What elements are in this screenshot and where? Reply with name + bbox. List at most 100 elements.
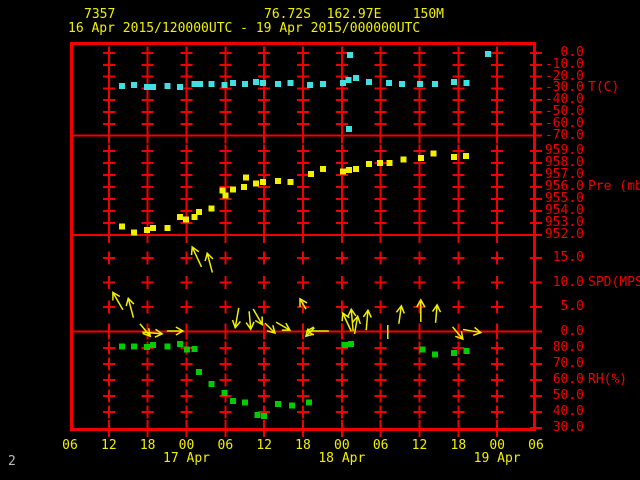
temperature-data-point bbox=[287, 79, 294, 86]
grid-plus-mark bbox=[258, 276, 271, 289]
pressure-data-point bbox=[450, 154, 457, 160]
relative-humidity-data-point bbox=[230, 397, 237, 404]
relative-humidity-data-point bbox=[463, 348, 470, 355]
pressure-data-point bbox=[287, 179, 294, 186]
grid-plus-mark bbox=[374, 168, 387, 182]
grid-plus-mark bbox=[374, 341, 387, 355]
x-axis-date-label: 19 Apr bbox=[473, 451, 521, 466]
relative-humidity-data-point bbox=[208, 381, 215, 387]
relative-humidity-data-point bbox=[261, 413, 268, 419]
grid-plus-mark bbox=[491, 373, 504, 387]
y-axis-tick-label: 50.0 bbox=[552, 388, 584, 403]
pressure-data-point bbox=[252, 180, 259, 187]
grid-plus-mark bbox=[102, 389, 115, 403]
temperature-data-point bbox=[485, 50, 492, 57]
grid-plus-mark bbox=[335, 373, 348, 387]
relative-humidity-data-point bbox=[191, 345, 198, 352]
relative-humidity-data-point bbox=[118, 343, 125, 350]
grid-plus-mark bbox=[413, 251, 426, 265]
grid-plus-mark bbox=[374, 251, 387, 265]
grid-plus-mark bbox=[102, 105, 115, 119]
grid-plus-mark bbox=[335, 192, 348, 206]
pressure-data-point bbox=[320, 166, 327, 172]
grid-plus-mark bbox=[219, 58, 232, 72]
grid-plus-mark bbox=[413, 105, 426, 119]
grid-plus-mark bbox=[413, 180, 426, 194]
grid-plus-mark bbox=[335, 405, 348, 419]
grid-plus-mark bbox=[491, 46, 504, 60]
grid-plus-mark bbox=[102, 204, 115, 218]
wind-arrow bbox=[166, 326, 185, 336]
grid-plus-mark bbox=[258, 105, 271, 119]
grid-plus-mark bbox=[491, 168, 504, 182]
pressure-data-point bbox=[208, 205, 215, 212]
temperature-data-point bbox=[417, 81, 424, 88]
grid-plus-mark bbox=[102, 46, 115, 60]
pressure-data-point bbox=[177, 214, 184, 220]
y-axis-tick-label: 30.0 bbox=[552, 420, 584, 435]
y-axis-unit-label: RH(%) bbox=[588, 372, 628, 387]
relative-humidity-data-point bbox=[221, 389, 228, 396]
grid-plus-mark bbox=[141, 58, 154, 72]
grid-plus-mark bbox=[297, 341, 309, 355]
grid-plus-mark bbox=[491, 251, 504, 265]
grid-plus-mark bbox=[141, 46, 154, 60]
pressure-data-point bbox=[243, 174, 250, 181]
grid-plus-mark bbox=[180, 168, 193, 182]
grid-plus-mark bbox=[297, 46, 309, 60]
grid-plus-mark bbox=[102, 180, 115, 194]
wind-arrow bbox=[305, 326, 329, 336]
grid-plus-mark bbox=[219, 373, 232, 387]
grid-plus-mark bbox=[180, 46, 193, 60]
grid-plus-mark bbox=[335, 58, 348, 72]
grid-plus-mark bbox=[452, 389, 465, 403]
y-axis-tick-label: 10.0 bbox=[552, 275, 584, 290]
y-axis-unit-label: Pre (mb) bbox=[588, 179, 640, 194]
temperature-data-point bbox=[450, 79, 457, 86]
wind-arrow bbox=[139, 323, 152, 338]
relative-humidity-data-point bbox=[241, 399, 248, 406]
temperature-data-point bbox=[241, 81, 248, 88]
pressure-data-point bbox=[377, 160, 384, 166]
temperature-data-point bbox=[340, 79, 347, 86]
grid-plus-mark bbox=[180, 156, 193, 170]
grid-plus-mark bbox=[258, 144, 271, 158]
grid-plus-mark bbox=[219, 105, 232, 119]
wind-arrow bbox=[362, 308, 373, 331]
temperature-data-point bbox=[345, 77, 352, 84]
x-axis-hour-label: 18 bbox=[295, 438, 311, 453]
grid-plus-mark bbox=[297, 192, 309, 206]
x-axis-hour-label: 12 bbox=[256, 438, 272, 453]
pressure-data-point bbox=[259, 179, 266, 186]
grid-plus-mark bbox=[180, 276, 193, 289]
grid-plus-mark bbox=[258, 93, 271, 107]
grid-plus-mark bbox=[491, 276, 504, 289]
relative-humidity-data-point bbox=[342, 341, 349, 348]
grid-plus-mark bbox=[335, 144, 348, 158]
x-axis-hour-label: 06 bbox=[217, 438, 234, 453]
temperature-data-point bbox=[164, 83, 171, 90]
relative-humidity-data-point bbox=[419, 346, 426, 353]
wind-arrow bbox=[245, 311, 255, 331]
relative-humidity-data-point bbox=[432, 351, 439, 358]
grid-plus-mark bbox=[335, 300, 348, 314]
relative-humidity-data-point bbox=[450, 349, 457, 356]
pressure-data-point bbox=[345, 167, 352, 174]
grid-plus-mark bbox=[141, 389, 154, 403]
grid-plus-mark bbox=[180, 70, 193, 84]
grid-plus-mark bbox=[219, 341, 232, 355]
grid-plus-mark bbox=[491, 105, 504, 119]
grid-plus-mark bbox=[102, 357, 115, 371]
temperature-data-point bbox=[118, 83, 125, 90]
grid-plus-mark bbox=[102, 251, 115, 265]
pressure-data-point bbox=[463, 152, 470, 159]
temperature-data-point bbox=[259, 79, 266, 86]
grid-plus-mark bbox=[102, 156, 115, 170]
grid-plus-mark bbox=[102, 58, 115, 72]
grid-plus-mark bbox=[258, 156, 271, 170]
grid-plus-mark bbox=[335, 389, 348, 403]
temperature-data-point bbox=[320, 81, 327, 88]
grid-plus-mark bbox=[374, 70, 387, 84]
y-axis-tick-label: 0.0 bbox=[560, 324, 584, 339]
relative-humidity-data-point bbox=[288, 402, 295, 409]
